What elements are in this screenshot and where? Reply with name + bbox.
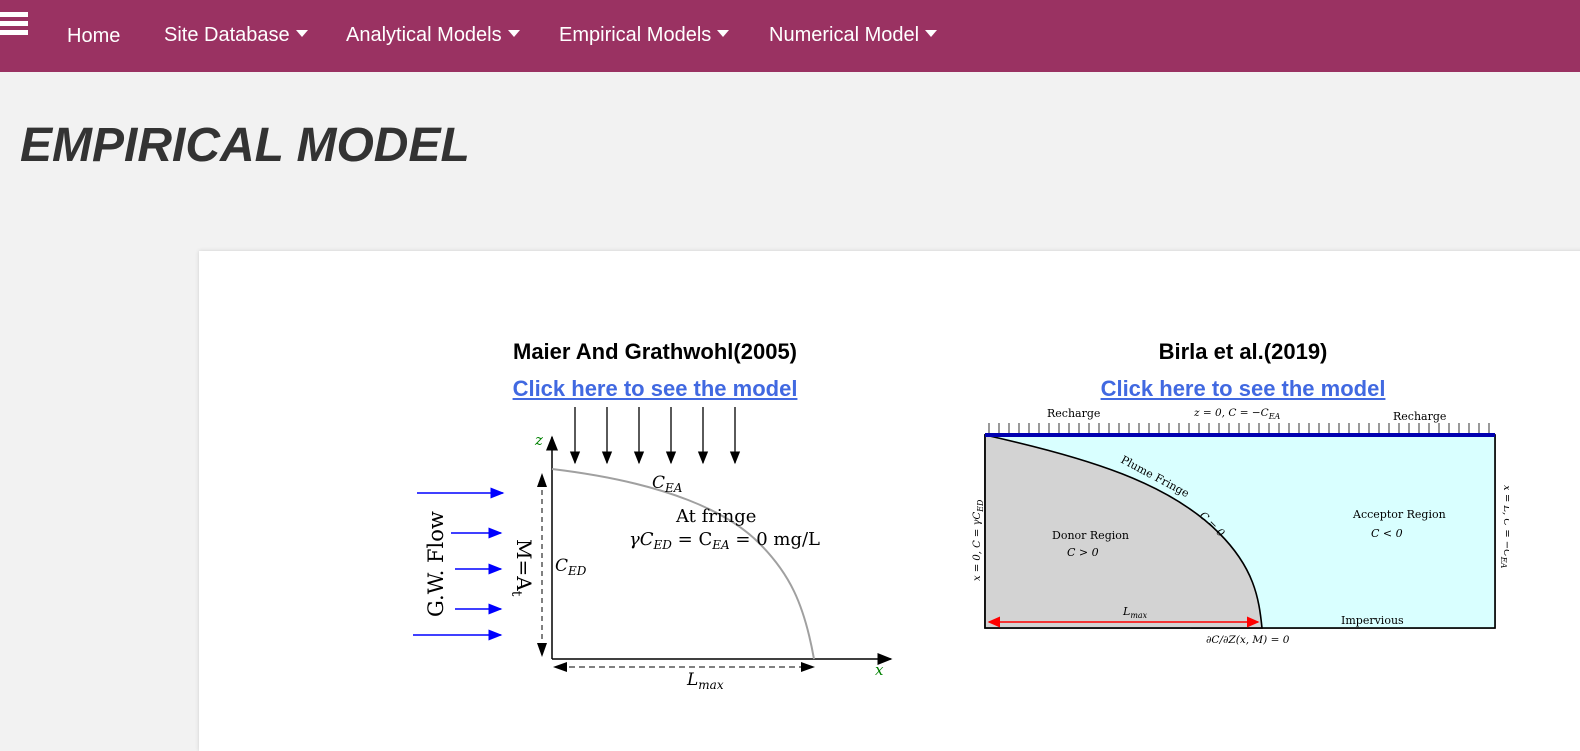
nav-empirical-models-label: Empirical Models bbox=[559, 24, 712, 46]
top-bc-label: z = 0, C = −CEA bbox=[1193, 407, 1281, 421]
hamburger-menu-icon[interactable] bbox=[0, 12, 28, 44]
recharge-arrows bbox=[988, 423, 1490, 433]
gw-flow-label: G.W. Flow bbox=[424, 511, 448, 617]
model-link-maier[interactable]: Click here to see the model bbox=[513, 376, 798, 402]
recharge-left-label: Recharge bbox=[1047, 407, 1100, 420]
top-navbar: Home Site Database Analytical Models Emp… bbox=[0, 0, 1580, 72]
bottom-bc-label: ∂C/∂Z(x, M) = 0 bbox=[1206, 634, 1290, 646]
acceptor-region-label: Acceptor Region bbox=[1352, 508, 1446, 521]
right-bc-label: x = L, C = −CEA bbox=[1499, 485, 1509, 569]
model-title-maier: Maier And Grathwohl(2005) bbox=[512, 339, 798, 364]
nav-analytical-models[interactable]: Analytical Models bbox=[346, 0, 520, 72]
m-equals-at-label: M=At bbox=[508, 539, 536, 597]
x-axis-label: x bbox=[875, 661, 884, 679]
maier-diagram: z x CEA At fringe γCED = CEA = 0 mg/L CE… bbox=[413, 407, 893, 692]
fringe-equation: γCED = CEA = 0 mg/L bbox=[629, 529, 820, 552]
nav-site-database[interactable]: Site Database bbox=[164, 0, 308, 72]
lmax-arrow-right-icon bbox=[801, 662, 815, 672]
nav-home[interactable]: Home bbox=[67, 0, 120, 72]
nav-numerical-model-label: Numerical Model bbox=[769, 24, 920, 46]
fringe-label: At fringe bbox=[675, 506, 756, 527]
models-card: Maier And Grathwohl(2005) Click here to … bbox=[199, 251, 1580, 751]
nav-numerical-model[interactable]: Numerical Model bbox=[769, 0, 938, 72]
caret-down-icon bbox=[295, 30, 308, 37]
page-title: EMPIRICAL MODEL bbox=[20, 119, 470, 172]
m-arrow-up-icon bbox=[537, 473, 547, 487]
recharge-arrows bbox=[569, 407, 741, 465]
c-ea-label: CEA bbox=[652, 473, 683, 495]
birla-diagram: Recharge Recharge z = 0, C = −CEA Plume … bbox=[972, 407, 1509, 646]
acceptor-condition: C < 0 bbox=[1371, 527, 1403, 540]
recharge-right-label: Recharge bbox=[1393, 410, 1446, 423]
impervious-label: Impervious bbox=[1341, 614, 1404, 627]
lmax-label: Lmax bbox=[686, 670, 724, 692]
lmax-arrow-left-icon bbox=[553, 662, 567, 672]
donor-region-label: Donor Region bbox=[1052, 529, 1129, 542]
nav-site-database-label: Site Database bbox=[164, 24, 290, 46]
plume-boundary bbox=[551, 468, 815, 660]
caret-down-icon bbox=[925, 30, 938, 37]
model-link-birla[interactable]: Click here to see the model bbox=[1101, 376, 1386, 402]
donor-condition: C > 0 bbox=[1067, 546, 1099, 559]
nav-analytical-models-label: Analytical Models bbox=[346, 24, 502, 46]
caret-down-icon bbox=[717, 30, 730, 37]
caret-down-icon bbox=[507, 30, 520, 37]
c-ed-label: CED bbox=[555, 556, 587, 578]
left-bc-label: x = 0, C = γCED bbox=[972, 499, 985, 581]
m-arrow-down-icon bbox=[537, 643, 547, 657]
nav-empirical-models[interactable]: Empirical Models bbox=[559, 0, 730, 72]
model-title-birla: Birla et al.(2019) bbox=[1158, 339, 1328, 364]
z-axis-label: z bbox=[534, 431, 543, 449]
